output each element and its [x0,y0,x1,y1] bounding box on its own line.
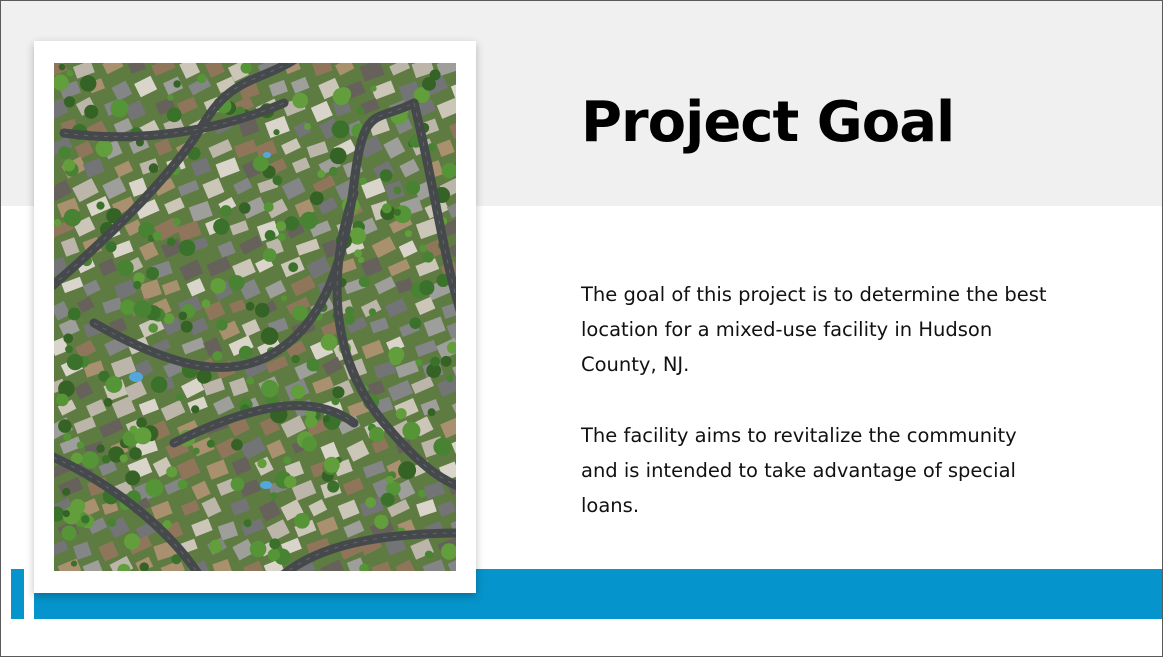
body-text-box[interactable]: The goal of this project is to determine… [581,277,1051,523]
photo-frame[interactable] [34,41,476,593]
aerial-neighborhood-photo[interactable] [54,63,456,571]
slide: Project Goal The goal of this project is… [0,0,1163,657]
aerial-neighborhood-image [54,63,456,571]
slide-title[interactable]: Project Goal [581,87,955,159]
accent-tick [11,569,24,619]
facility-paragraph: The facility aims to revitalize the comm… [581,424,1017,517]
goal-paragraph: The goal of this project is to determine… [581,283,1047,376]
